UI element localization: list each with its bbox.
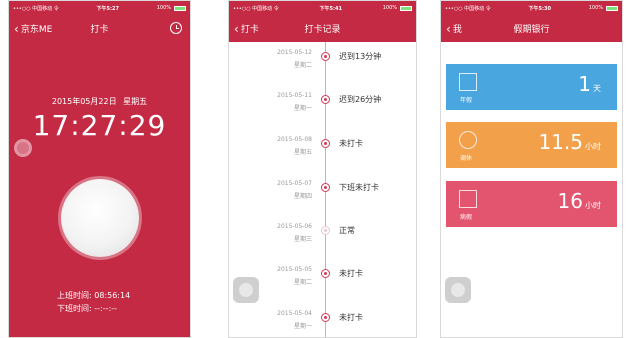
record-weekday: 星期二: [293, 62, 312, 69]
nav-bar: ‹ 京东ME 打卡: [9, 15, 190, 42]
record-date: 2015-05-06: [277, 223, 312, 230]
nav-bar: ‹ 我 假期银行: [441, 15, 622, 42]
status-bar: •••○○ 中国移动 令 下午5:30 100%: [441, 1, 622, 15]
carrier-label: •••○○ 中国移动 令: [445, 5, 491, 12]
record-date: 2015-05-05: [277, 266, 312, 273]
leave-unit: 天: [593, 84, 601, 93]
leave-balance: 11.5 小时: [538, 130, 601, 154]
leave-value: 1: [578, 72, 591, 96]
battery-percent: 100%: [588, 5, 603, 11]
chevron-left-icon: ‹: [446, 21, 451, 36]
back-button[interactable]: ‹ 我: [441, 21, 462, 36]
status-dot-icon: [321, 139, 330, 148]
record-status: 下班未打卡: [339, 183, 379, 192]
status-dot-icon: [321, 313, 330, 322]
battery-icon: [606, 5, 618, 11]
chevron-left-icon: ‹: [234, 21, 239, 36]
record-row[interactable]: 2015-05-07 星期四 下班未打卡: [229, 180, 416, 214]
clock-icon: [459, 131, 477, 149]
record-status: 迟到13分钟: [339, 52, 382, 61]
weekday-label: 星期五: [123, 97, 148, 106]
checkin-time: 上班时间: 08:56:14: [57, 291, 131, 300]
leave-unit: 小时: [585, 142, 601, 151]
record-weekday: 星期二: [293, 279, 312, 286]
leave-card-compensatory[interactable]: 调休 11.5 小时: [446, 122, 617, 168]
clock-icon[interactable]: [170, 22, 182, 34]
assistive-touch-button[interactable]: [233, 277, 259, 303]
status-dot-icon: [321, 52, 330, 61]
punch-button[interactable]: [61, 179, 139, 257]
phone-screen-leave-bank: •••○○ 中国移动 令 下午5:30 100% ‹ 我 假期银行 年假 1 天…: [440, 0, 623, 338]
assistive-touch-button[interactable]: [445, 277, 471, 303]
battery-icon: [174, 5, 186, 11]
record-date: 2015-05-07: [277, 180, 312, 187]
record-weekday: 星期四: [293, 193, 312, 200]
leave-type-label: 年假: [460, 97, 473, 104]
carrier-label: •••○○ 中国移动 令: [233, 5, 279, 12]
nav-bar: ‹ 打卡 打卡记录: [229, 15, 416, 42]
status-dot-icon: [321, 183, 330, 192]
status-time: 下午5:30: [528, 5, 551, 12]
record-date: 2015-05-11: [277, 92, 312, 99]
medkit-icon: [459, 190, 477, 208]
battery-percent: 100%: [382, 5, 397, 11]
status-dot-icon: [321, 95, 330, 104]
status-bar: •••○○ 中国移动 令 下午5:41 100%: [229, 1, 416, 15]
record-row[interactable]: 2015-05-04 星期一 未打卡: [229, 310, 416, 337]
record-date: 2015-05-12: [277, 49, 312, 56]
leave-type-label: 调休: [460, 155, 473, 162]
status-dot-icon: [321, 226, 330, 235]
calendar-icon: [459, 73, 477, 91]
record-weekday: 星期一: [293, 323, 312, 330]
back-button[interactable]: ‹ 京东ME: [9, 21, 53, 36]
record-row[interactable]: 2015-05-06 星期三 正常: [229, 223, 416, 257]
status-bar: •••○○ 中国移动 令 下午5:27 100%: [9, 1, 190, 15]
record-status: 正常: [339, 226, 355, 235]
status-time: 下午5:41: [319, 5, 342, 12]
back-label: 我: [452, 25, 462, 35]
phone-screen-punch: •••○○ 中国移动 令 下午5:27 100% ‹ 京东ME 打卡 2015年…: [8, 0, 191, 338]
page-title: 假期银行: [513, 25, 550, 35]
record-date: 2015-05-04: [277, 310, 312, 317]
leave-card-annual[interactable]: 年假 1 天: [446, 64, 617, 110]
assistive-touch-button[interactable]: [14, 139, 32, 157]
attendance-times: 上班时间: 08:56:14 下班时间: --:--:--: [57, 289, 130, 315]
leave-balance: 1 天: [578, 72, 601, 96]
record-weekday: 星期一: [293, 105, 312, 112]
back-label: 打卡: [240, 25, 259, 35]
leave-value: 16: [557, 189, 583, 213]
record-row[interactable]: 2015-05-11 星期一 迟到26分钟: [229, 92, 416, 126]
record-weekday: 星期五: [293, 149, 312, 156]
back-button[interactable]: ‹ 打卡: [229, 21, 259, 36]
chevron-left-icon: ‹: [14, 21, 19, 36]
record-status: 未打卡: [339, 269, 363, 278]
battery-icon: [400, 5, 412, 11]
record-date: 2015-05-08: [277, 136, 312, 143]
leave-unit: 小时: [585, 201, 601, 210]
battery-percent: 100%: [156, 5, 171, 11]
record-row[interactable]: 2015-05-12 星期二 迟到13分钟: [229, 49, 416, 83]
date-label: 2015年05月22日: [51, 97, 117, 106]
current-time: 17:27:29: [32, 109, 167, 142]
leave-card-sick[interactable]: 病假 16 小时: [446, 181, 617, 227]
leave-type-label: 病假: [460, 214, 473, 221]
leave-balance: 16 小时: [558, 189, 601, 213]
record-status: 迟到26分钟: [339, 95, 382, 104]
carrier-label: •••○○ 中国移动 令: [13, 5, 59, 12]
back-label: 京东ME: [20, 25, 53, 35]
date-line: 2015年05月22日 星期五: [9, 96, 190, 107]
status-dot-icon: [321, 269, 330, 278]
record-status: 未打卡: [339, 139, 363, 148]
leave-value: 11.5: [538, 130, 583, 154]
record-row[interactable]: 2015-05-08 星期五 未打卡: [229, 136, 416, 170]
record-status: 未打卡: [339, 313, 363, 322]
checkout-time: 下班时间: --:--:--: [57, 304, 117, 313]
record-weekday: 星期三: [293, 236, 312, 243]
phone-screen-records: •••○○ 中国移动 令 下午5:41 100% ‹ 打卡 打卡记录 2015-…: [228, 0, 417, 338]
status-time: 下午5:27: [96, 5, 119, 12]
